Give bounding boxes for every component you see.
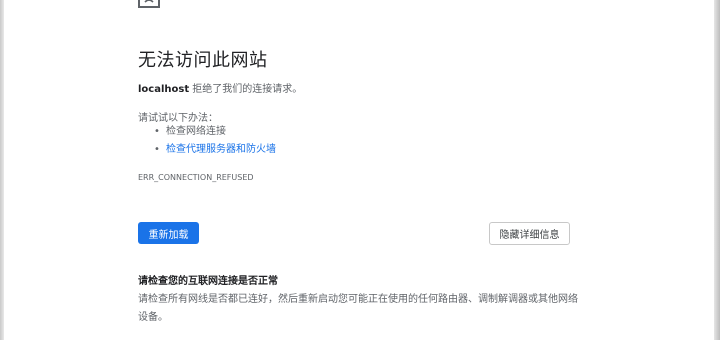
suggestion-check-network: 检查网络连接 [166,126,226,137]
reload-button[interactable]: 重新加载 [138,222,199,244]
try-label: 请试试以下办法： [138,113,218,124]
refused-text: 拒绝了我们的连接请求。 [189,84,303,95]
host-name: localhost [138,84,190,95]
page-title: 无法访问此网站 [138,50,268,71]
bullet-icon: • [154,144,160,155]
suggestion-proxy-firewall-link[interactable]: 检查代理服务器和防火墙 [166,144,276,155]
list-item: • 检查网络连接 [154,125,276,143]
hide-details-button[interactable]: 隐藏详细信息 [489,222,570,245]
list-item: • 检查代理服务器和防火墙 [154,143,276,161]
suggestion-list: • 检查网络连接 • 检查代理服务器和防火墙 [154,125,276,161]
refused-message: localhost 拒绝了我们的连接请求。 [138,80,302,95]
error-code: ERR_CONNECTION_REFUSED [138,173,254,182]
check-connection-heading: 请检查您的互联网连接是否正常 [138,276,278,287]
sad-page-icon [138,0,160,8]
bullet-icon: • [154,126,160,137]
window-frame-right [714,0,720,340]
window-frame-left [0,0,4,340]
check-connection-body: 请检查所有网线是否都已连好，然后重新启动您可能正在使用的任何路由器、调制解调器或… [138,294,578,323]
